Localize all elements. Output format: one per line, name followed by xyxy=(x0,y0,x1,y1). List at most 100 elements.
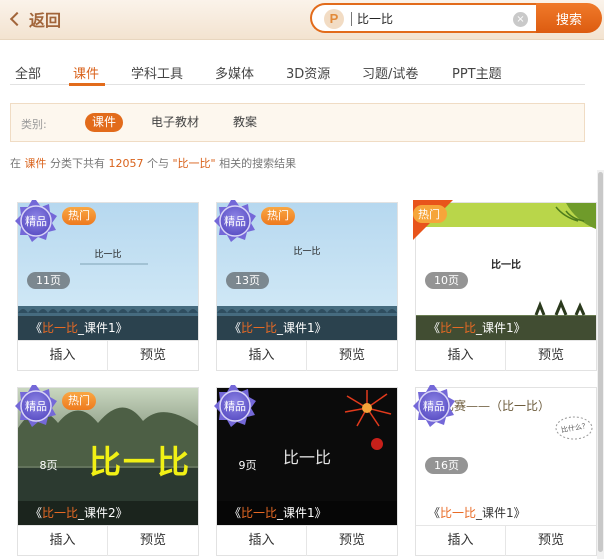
tab-subject-tools[interactable]: 学科工具 xyxy=(131,63,183,82)
caption-open: 《 xyxy=(428,321,441,335)
premium-badge-icon: 精品 xyxy=(413,385,455,427)
hot-badge: 热门 xyxy=(62,392,96,410)
back-label: 返回 xyxy=(29,11,62,30)
thumbnail-title: 比一比 xyxy=(94,250,122,260)
caption-keyword: 比一比 xyxy=(241,506,278,520)
result-prefix: 在 xyxy=(10,157,21,170)
filter-label: 类别: xyxy=(21,118,47,131)
page-count-badge: 11页 xyxy=(27,272,70,289)
clear-icon[interactable]: × xyxy=(513,12,528,27)
caption-open: 《 xyxy=(30,506,43,520)
chevron-left-icon xyxy=(9,11,25,27)
page-count-badge: 10页 xyxy=(425,272,468,289)
result-keyword: "比一比" xyxy=(172,157,216,170)
hot-badge: 热门 xyxy=(62,207,96,225)
caption-rest: _课件1》 xyxy=(78,321,128,335)
insert-button[interactable]: 插入 xyxy=(18,341,108,371)
card-caption: 《比一比_课件2》 xyxy=(18,501,198,525)
header-bar: 返回 P × 搜索 xyxy=(0,0,604,40)
svg-text:精品: 精品 xyxy=(224,215,246,228)
card-actions: 插入 预览 xyxy=(416,525,596,556)
result-summary: 在 课件 分类下共有 12057 个与 "比一比" 相关的搜索结果 xyxy=(10,155,296,171)
thumbnail-title: 比一比 xyxy=(293,247,321,257)
page-count-badge: 8页 xyxy=(39,459,58,472)
svg-text:精品: 精品 xyxy=(423,400,445,413)
tab-courseware[interactable]: 课件 xyxy=(73,63,99,82)
insert-button[interactable]: 插入 xyxy=(217,526,307,556)
tab-3d-resources[interactable]: 3D资源 xyxy=(286,63,330,82)
svg-text:精品: 精品 xyxy=(224,400,246,413)
search-divider xyxy=(351,12,352,26)
search-button[interactable]: 搜索 xyxy=(536,3,602,33)
insert-button[interactable]: 插入 xyxy=(416,341,506,371)
premium-badge-icon: 精品 xyxy=(214,385,256,427)
caption-rest: _课件1》 xyxy=(476,321,526,335)
tab-multimedia[interactable]: 多媒体 xyxy=(215,63,254,82)
scrollbar-thumb[interactable] xyxy=(598,172,603,552)
thumbnail-title: 比一比 xyxy=(491,260,521,271)
caption-rest: _课件1》 xyxy=(476,506,526,520)
category-tabs: 全部 课件 学科工具 多媒体 3D资源 习题/试卷 PPT主题 xyxy=(0,40,604,86)
insert-button[interactable]: 插入 xyxy=(217,341,307,371)
course-card[interactable]: 比一比 9页 《比一比_课件1》 精品 插入 预览 xyxy=(214,385,398,556)
tab-exercises[interactable]: 习题/试卷 xyxy=(362,63,418,82)
tab-all[interactable]: 全部 xyxy=(15,63,41,82)
preview-button[interactable]: 预览 xyxy=(108,526,198,556)
course-card[interactable]: 比一比 8页 《比一比_课件2》 精品 热门 插入 预览 xyxy=(15,385,199,556)
caption-keyword: 比一比 xyxy=(42,506,79,520)
search-input[interactable] xyxy=(357,8,507,28)
course-card[interactable]: 对比赛——（比一比） 比什么？ 16页 《比一比_课件1》 精品 插入 预览 xyxy=(413,385,597,556)
card-caption: 《比一比_课件1》 xyxy=(416,501,596,525)
premium-badge-icon: 精品 xyxy=(214,200,256,242)
caption-keyword: 比一比 xyxy=(440,506,477,520)
back-button[interactable]: 返回 xyxy=(9,8,61,30)
filter-ebook[interactable]: 电子教材 xyxy=(144,113,206,132)
caption-open: 《 xyxy=(229,321,242,335)
caption-open: 《 xyxy=(428,506,441,520)
filter-lesson-plan[interactable]: 教案 xyxy=(226,113,264,132)
course-card[interactable]: 比一比 11页 《比一比_课件1》 精品 热门 插入 预览 xyxy=(15,200,199,371)
result-mid2: 个与 xyxy=(147,157,169,170)
preview-button[interactable]: 预览 xyxy=(506,526,596,556)
preview-button[interactable]: 预览 xyxy=(108,341,198,371)
premium-badge-icon: 精品 xyxy=(15,385,57,427)
page-count-badge: 13页 xyxy=(226,272,269,289)
card-actions: 插入 预览 xyxy=(416,340,596,371)
caption-rest: _课件2》 xyxy=(78,506,128,520)
preview-button[interactable]: 预览 xyxy=(307,341,397,371)
card-actions: 插入 预览 xyxy=(217,340,397,371)
filter-courseware[interactable]: 课件 xyxy=(85,113,124,132)
card-actions: 插入 预览 xyxy=(18,525,198,556)
active-tab-indicator xyxy=(69,83,105,86)
hot-badge-icon: 热门 xyxy=(413,200,453,240)
course-card[interactable]: 比一比 13页 《比一比_课件1》 精品 热门 插入 预览 xyxy=(214,200,398,371)
insert-button[interactable]: 插入 xyxy=(416,526,506,556)
card-caption: 《比一比_课件1》 xyxy=(18,316,198,340)
caption-rest: _课件1》 xyxy=(277,321,327,335)
category-filter: 类别: 课件 电子教材 教案 xyxy=(10,103,585,142)
search-logo-icon: P xyxy=(324,9,344,29)
caption-keyword: 比一比 xyxy=(241,321,278,335)
caption-open: 《 xyxy=(30,321,43,335)
search-field: P × xyxy=(310,3,550,33)
result-suffix: 相关的搜索结果 xyxy=(219,157,297,170)
preview-button[interactable]: 预览 xyxy=(506,341,596,371)
svg-text:精品: 精品 xyxy=(25,215,47,228)
tab-ppt-themes[interactable]: PPT主题 xyxy=(452,63,502,82)
thumbnail-title: 比一比 xyxy=(88,443,191,481)
insert-button[interactable]: 插入 xyxy=(18,526,108,556)
caption-keyword: 比一比 xyxy=(42,321,79,335)
caption-open: 《 xyxy=(229,506,242,520)
result-count: 12057 xyxy=(108,157,144,170)
svg-text:精品: 精品 xyxy=(25,400,47,413)
preview-button[interactable]: 预览 xyxy=(307,526,397,556)
result-category: 课件 xyxy=(24,157,47,170)
caption-rest: _课件1》 xyxy=(277,506,327,520)
caption-keyword: 比一比 xyxy=(440,321,477,335)
premium-badge-icon: 精品 xyxy=(15,200,57,242)
page-count-badge: 16页 xyxy=(425,457,468,474)
page-count-badge: 9页 xyxy=(238,459,257,472)
course-card[interactable]: 比一比 10页 《比一比_课件1》 热门 插入 预览 xyxy=(413,200,597,371)
search-bar: P × 搜索 xyxy=(310,3,602,33)
svg-text:热门: 热门 xyxy=(418,207,440,221)
